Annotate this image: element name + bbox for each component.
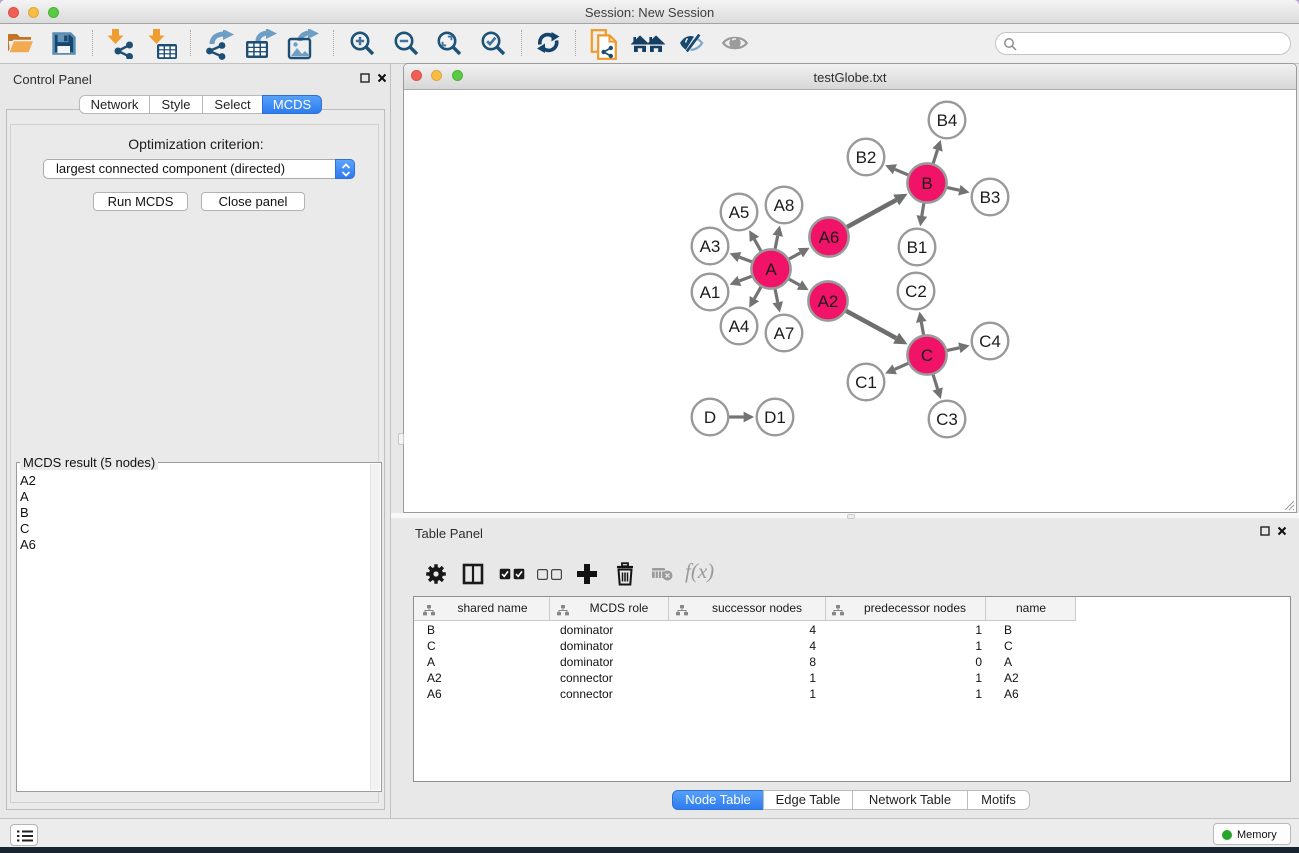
svg-text:A6: A6 bbox=[819, 228, 840, 247]
svg-text:A5: A5 bbox=[729, 203, 750, 222]
svg-text:B3: B3 bbox=[980, 188, 1001, 207]
svg-text:A3: A3 bbox=[700, 237, 721, 256]
svg-text:A2: A2 bbox=[818, 292, 839, 311]
svg-text:A8: A8 bbox=[774, 196, 795, 215]
svg-text:B1: B1 bbox=[907, 238, 928, 257]
svg-text:B: B bbox=[921, 174, 932, 193]
svg-text:B2: B2 bbox=[856, 148, 877, 167]
svg-text:D1: D1 bbox=[764, 408, 786, 427]
svg-text:D: D bbox=[704, 408, 716, 427]
svg-text:C: C bbox=[921, 346, 933, 365]
svg-text:A7: A7 bbox=[774, 324, 795, 343]
svg-text:A4: A4 bbox=[729, 317, 750, 336]
svg-text:B4: B4 bbox=[937, 111, 958, 130]
svg-text:A: A bbox=[765, 260, 777, 279]
svg-text:C2: C2 bbox=[905, 282, 927, 301]
svg-text:A1: A1 bbox=[700, 283, 721, 302]
svg-text:C4: C4 bbox=[979, 332, 1001, 351]
svg-text:C1: C1 bbox=[855, 373, 877, 392]
svg-text:C3: C3 bbox=[936, 410, 958, 429]
